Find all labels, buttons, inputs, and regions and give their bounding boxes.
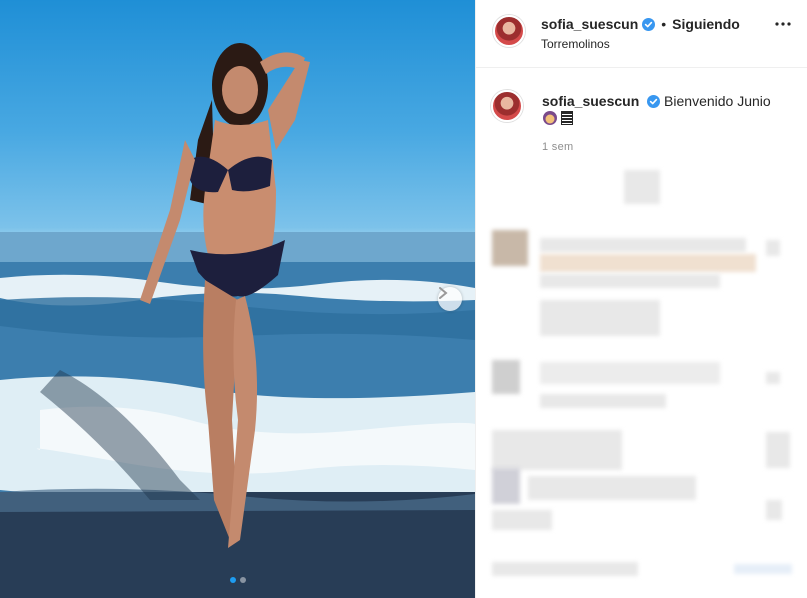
beach-scene-image xyxy=(0,43,475,598)
following-button[interactable]: Siguiendo xyxy=(672,16,740,32)
chevron-right-icon xyxy=(439,287,448,299)
location-link[interactable]: Torremolinos xyxy=(541,37,610,51)
avatar[interactable] xyxy=(493,15,525,47)
post-header: sofia_suescun • Siguiendo Torremolinos xyxy=(476,0,807,68)
more-options-icon[interactable] xyxy=(775,22,791,26)
calendar-emoji-icon xyxy=(561,111,573,125)
post-sidebar: sofia_suescun • Siguiendo Torremolinos s… xyxy=(475,0,807,598)
caption-avatar[interactable] xyxy=(491,90,523,122)
next-photo-button[interactable] xyxy=(438,287,462,311)
caption: sofia_suescun Bienvenido Junio xyxy=(542,92,792,110)
post-photo[interactable] xyxy=(0,0,475,598)
carousel-dot xyxy=(239,577,246,583)
carousel-dot-active xyxy=(229,577,236,583)
post-timestamp: 1 sem xyxy=(542,141,574,153)
verified-badge-icon xyxy=(647,95,661,108)
caption-text: Bienvenido Junio xyxy=(664,93,771,109)
username-link[interactable]: sofia_suescun xyxy=(541,16,638,32)
carousel-indicator xyxy=(0,577,475,583)
verified-badge-icon xyxy=(642,17,656,31)
separator-dot: • xyxy=(661,16,667,32)
woman-emoji-icon xyxy=(543,111,557,125)
caption-emojis xyxy=(542,110,574,126)
caption-username-link[interactable]: sofia_suescun xyxy=(542,93,639,109)
